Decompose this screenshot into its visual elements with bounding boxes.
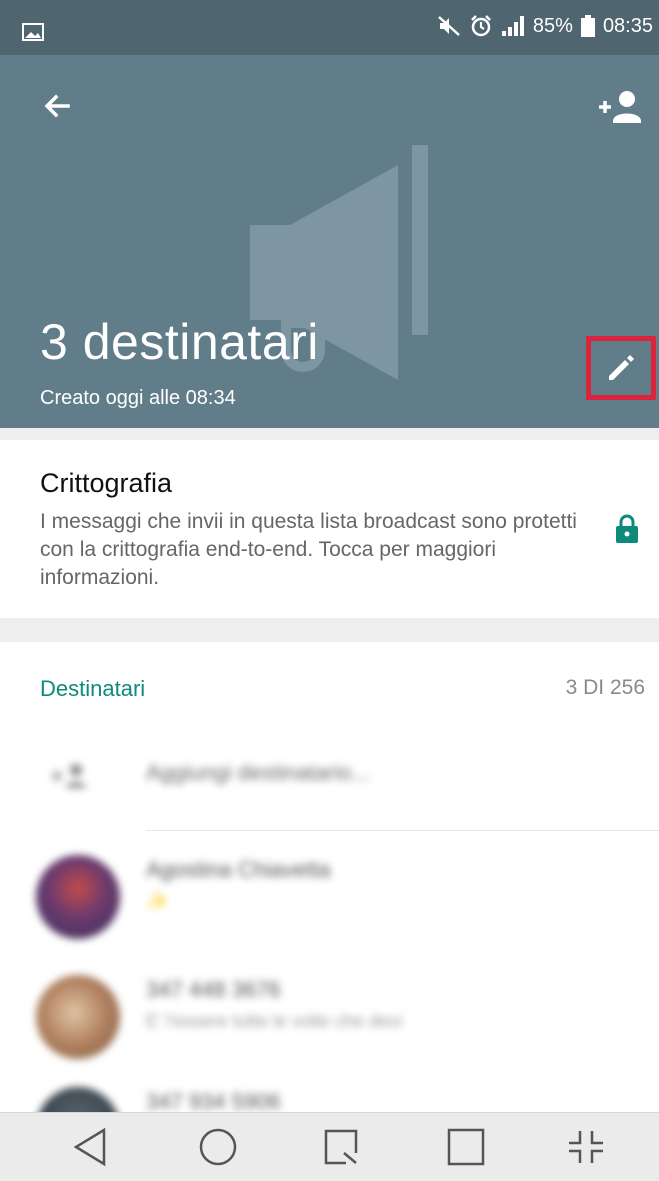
mute-icon: [438, 16, 460, 36]
recipients-count: 3 DI 256: [565, 676, 645, 699]
add-person-icon[interactable]: [597, 85, 647, 129]
nav-recents-button[interactable]: [318, 1125, 366, 1169]
encryption-card[interactable]: Crittografia I messaggi che invii in que…: [0, 440, 659, 618]
signal-icon: [501, 16, 524, 36]
battery-icon: [580, 15, 595, 37]
lock-icon: [616, 514, 638, 543]
add-recipient-icon: [52, 764, 86, 788]
add-recipient-row[interactable]: Aggiungi destinatario...: [0, 732, 659, 822]
recents-icon: [324, 1129, 358, 1165]
contact-row[interactable]: 347 934 5906: [0, 1077, 659, 1112]
contact-row[interactable]: 347 448 3676 E' l'essere tutte le volte …: [0, 957, 659, 1077]
creation-subtitle: Creato oggi alle 08:34: [40, 387, 236, 409]
back-triangle-icon: [73, 1127, 106, 1167]
broadcast-header: 3 destinatari Creato oggi alle 08:34: [0, 55, 659, 428]
clock: 08:35: [602, 14, 653, 37]
contact-name: Agostina Chiavetta: [146, 857, 331, 882]
nav-collapse-button[interactable]: [562, 1125, 610, 1169]
nav-square-button[interactable]: [442, 1125, 490, 1169]
status-bar: 85% 08:35: [0, 0, 659, 55]
contact-status: ✨: [146, 891, 169, 911]
avatar: [36, 855, 120, 939]
page-title: 3 destinatari: [40, 314, 319, 370]
recipients-section: Destinatari 3 DI 256 Aggiungi destinatar…: [0, 642, 659, 1112]
contact-row[interactable]: Agostina Chiavetta ✨: [0, 837, 659, 957]
square-icon: [447, 1128, 485, 1166]
alarm-icon: [471, 15, 491, 37]
contact-name: 347 934 5906: [146, 1089, 281, 1112]
nav-back-button[interactable]: [66, 1125, 114, 1169]
encryption-title: Crittografia: [40, 468, 173, 498]
battery-percent: 85%: [532, 14, 573, 37]
edit-button[interactable]: [586, 336, 656, 400]
add-recipient-label: Aggiungi destinatario...: [146, 760, 370, 785]
back-arrow-icon[interactable]: [38, 85, 82, 129]
recipients-heading: Destinatari: [40, 676, 146, 701]
avatar: [36, 975, 120, 1059]
avatar: [36, 1087, 120, 1112]
image-icon: [22, 23, 44, 41]
collapse-icon: [569, 1131, 603, 1163]
contact-status: E' l'essere tutte le volte che devi: [146, 1011, 403, 1031]
encryption-description: I messaggi che invii in questa lista bro…: [40, 510, 577, 589]
nav-home-button[interactable]: [194, 1125, 242, 1169]
pencil-icon: [609, 355, 634, 380]
contact-name: 347 448 3676: [146, 977, 281, 1002]
navigation-bar: [0, 1112, 659, 1181]
home-circle-icon: [199, 1128, 237, 1166]
list-divider: [146, 830, 659, 831]
